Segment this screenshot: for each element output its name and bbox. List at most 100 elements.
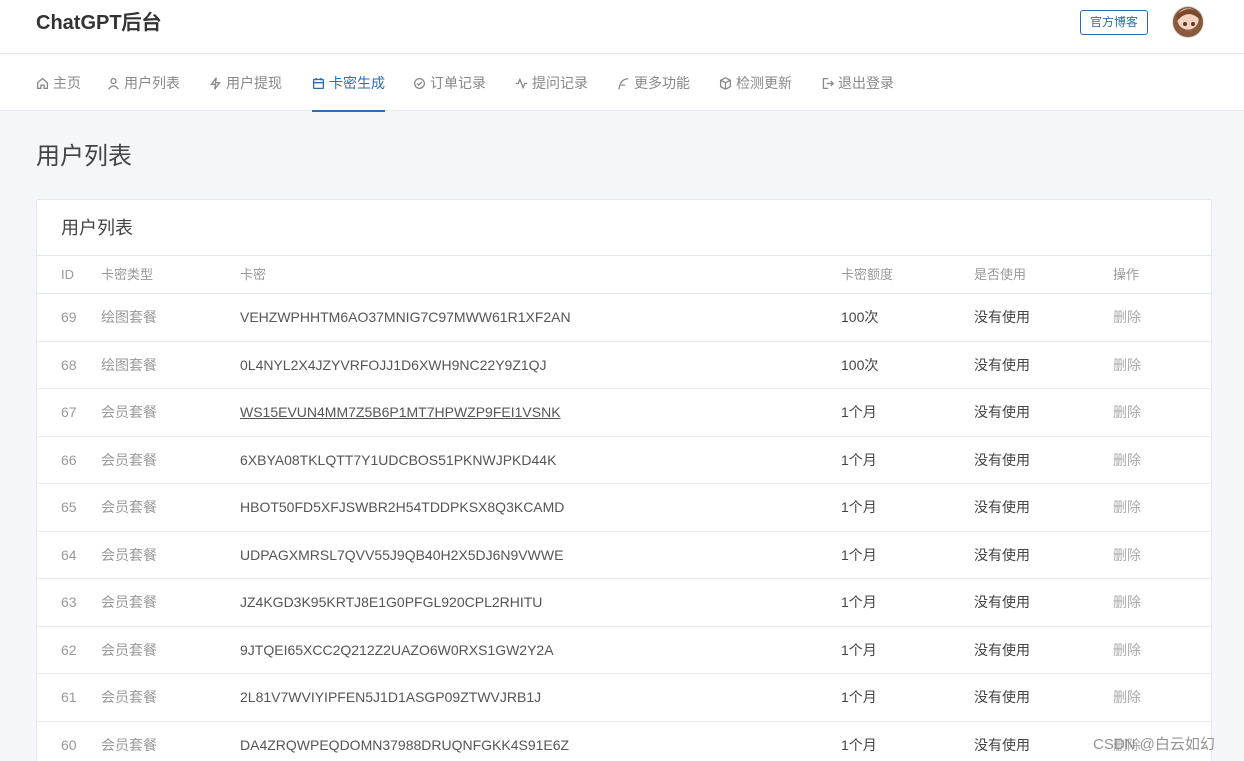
table-row: 60 会员套餐 DA4ZRQWPEQDOMN37988DRUQNFGKK4S91…	[37, 722, 1211, 761]
cell-used: 没有使用	[974, 736, 1030, 753]
official-blog-button[interactable]: 官方博客	[1080, 10, 1148, 35]
cell-amount: 100次	[841, 356, 879, 373]
cell-amount: 1个月	[841, 689, 877, 705]
nav-item-check-update[interactable]: 检测更新	[719, 55, 792, 111]
delete-button[interactable]: 删除	[1113, 437, 1141, 484]
table-row: 65 会员套餐 HBOT50FD5XFJSWBR2H54TDDPKSX8Q3KC…	[37, 484, 1211, 532]
watermark: CSDN @白云如幻	[1093, 736, 1215, 753]
activity-icon	[515, 77, 528, 89]
feather-icon	[618, 77, 629, 89]
cell-id: 63	[61, 594, 77, 610]
cell-type: 会员套餐	[101, 736, 157, 753]
nav-item-label: 检测更新	[736, 75, 792, 91]
cell-id: 67	[61, 404, 77, 420]
cell-used: 没有使用	[974, 689, 1030, 705]
column-header-key: 卡密	[240, 267, 267, 282]
cell-id: 64	[61, 546, 77, 563]
cell-id: 69	[61, 309, 77, 325]
cell-used: 没有使用	[974, 546, 1030, 563]
nav-item-home[interactable]: 主页	[36, 55, 81, 111]
nav-item-questions[interactable]: 提问记录	[515, 55, 588, 111]
card-header: 用户列表	[37, 200, 1211, 256]
nav-item-orders[interactable]: 订单记录	[413, 55, 486, 111]
home-icon	[36, 77, 49, 89]
cell-id: 66	[61, 451, 77, 468]
logout-icon	[822, 77, 834, 89]
avatar[interactable]	[1172, 6, 1204, 38]
cell-amount: 100次	[841, 309, 879, 325]
cell-key: HBOT50FD5XFJSWBR2H54TDDPKSX8Q3KCAMD	[240, 499, 565, 515]
cell-used: 没有使用	[974, 594, 1030, 610]
cell-amount: 1个月	[841, 594, 877, 610]
cell-used: 没有使用	[974, 499, 1030, 515]
nav-item-label: 提问记录	[532, 75, 588, 91]
user-list-card: 用户列表 ID 卡密类型 卡密 卡密额度 是否使用 操作 69 绘图套餐 VEH…	[36, 199, 1212, 761]
delete-button[interactable]: 删除	[1113, 627, 1141, 674]
cell-type: 会员套餐	[101, 451, 157, 468]
table-row: 63 会员套餐 JZ4KGD3K95KRTJ8E1G0PFGL920CPL2RH…	[37, 579, 1211, 627]
delete-button[interactable]: 删除	[1113, 532, 1141, 579]
table-row: 66 会员套餐 6XBYA08TKLQTT7Y1UDCBOS51PKNWJPKD…	[37, 437, 1211, 484]
calendar-icon	[312, 77, 325, 89]
cell-type: 会员套餐	[101, 546, 157, 563]
column-header-id: ID	[61, 267, 74, 282]
user-icon	[108, 77, 119, 90]
brand-title[interactable]: ChatGPT后台	[36, 11, 162, 35]
cell-used: 没有使用	[974, 404, 1030, 420]
cell-amount: 1个月	[841, 499, 877, 515]
cell-id: 60	[61, 736, 77, 753]
cell-type: 会员套餐	[101, 404, 157, 420]
cell-type: 会员套餐	[101, 689, 157, 705]
table-row: 69 绘图套餐 VEHZWPHHTM6AO37MNIG7C97MWW61R1XF…	[37, 294, 1211, 342]
nav-item-card-generate[interactable]: 卡密生成	[312, 55, 385, 112]
top-bar: ChatGPT后台 官方博客	[0, 0, 1244, 54]
cell-used: 没有使用	[974, 356, 1030, 373]
cell-amount: 1个月	[841, 641, 877, 658]
nav-item-label: 主页	[53, 75, 81, 91]
cell-type: 会员套餐	[101, 499, 157, 515]
delete-button[interactable]: 删除	[1113, 342, 1141, 389]
cell-key: DA4ZRQWPEQDOMN37988DRUQNFGKK4S91E6Z	[240, 736, 570, 753]
cell-amount: 1个月	[841, 451, 877, 468]
cell-key: UDPAGXMRSL7QVV55J9QB40H2X5DJ6N9VWWE	[240, 546, 564, 563]
column-header-used: 是否使用	[974, 267, 1027, 282]
nav-item-label: 卡密生成	[329, 75, 385, 91]
check-circle-icon	[413, 77, 426, 89]
table-row: 62 会员套餐 9JTQEI65XCC2Q212Z2UAZO6W0RXS1GW2…	[37, 627, 1211, 674]
cell-amount: 1个月	[841, 736, 877, 753]
delete-button[interactable]: 删除	[1113, 294, 1141, 341]
delete-button[interactable]: 删除	[1113, 389, 1141, 436]
cell-key: JZ4KGD3K95KRTJ8E1G0PFGL920CPL2RHITU	[240, 594, 543, 610]
nav-item-label: 更多功能	[634, 75, 690, 91]
cell-id: 65	[61, 499, 77, 515]
nav-item-label: 用户提现	[226, 75, 282, 91]
nav-item-user-list[interactable]: 用户列表	[107, 55, 180, 111]
table-row: 61 会员套餐 2L81V7WVIYIPFEN5J1D1ASGP09ZTWVJR…	[37, 674, 1211, 722]
card-title: 用户列表	[61, 218, 133, 238]
cell-id: 61	[61, 689, 77, 705]
column-header-action: 操作	[1113, 267, 1140, 282]
cell-type: 会员套餐	[101, 641, 157, 658]
cell-amount: 1个月	[841, 404, 877, 420]
page-title: 用户列表	[36, 143, 132, 170]
cell-key: 6XBYA08TKLQTT7Y1UDCBOS51PKNWJPKD44K	[240, 451, 557, 468]
table-row: 67 会员套餐 WS15EVUN4MM7Z5B6P1MT7HPWZP9FEI1V…	[37, 389, 1211, 437]
lightning-icon	[210, 76, 221, 90]
cell-key[interactable]: WS15EVUN4MM7Z5B6P1MT7HPWZP9FEI1VSNK	[240, 389, 561, 436]
nav-item-withdraw[interactable]: 用户提现	[209, 55, 282, 111]
delete-button[interactable]: 删除	[1113, 484, 1141, 531]
nav-item-label: 用户列表	[124, 75, 180, 91]
nav-item-logout[interactable]: 退出登录	[821, 55, 894, 111]
nav-item-label: 订单记录	[430, 75, 486, 91]
column-header-type: 卡密类型	[101, 267, 154, 282]
table-row: 68 绘图套餐 0L4NYL2X4JZYVRFOJJ1D6XWH9NC22Y9Z…	[37, 342, 1211, 389]
nav-item-more[interactable]: 更多功能	[617, 55, 690, 111]
cell-type: 会员套餐	[101, 594, 157, 610]
table-header: ID 卡密类型 卡密 卡密额度 是否使用 操作	[37, 256, 1211, 294]
cell-used: 没有使用	[974, 641, 1030, 658]
delete-button[interactable]: 删除	[1113, 674, 1141, 721]
cell-key: 9JTQEI65XCC2Q212Z2UAZO6W0RXS1GW2Y2A	[240, 641, 554, 658]
box-icon	[719, 76, 732, 90]
delete-button[interactable]: 删除	[1113, 579, 1141, 626]
column-header-amount: 卡密额度	[841, 267, 894, 282]
